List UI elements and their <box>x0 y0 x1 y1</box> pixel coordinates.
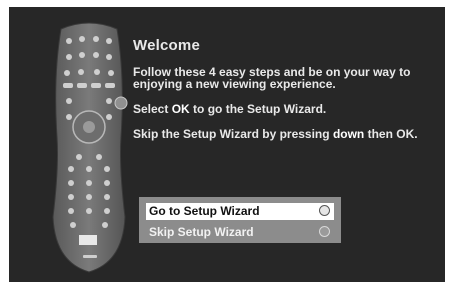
remote-control-icon <box>52 22 128 273</box>
welcome-title: Welcome <box>133 37 200 54</box>
skip-setup-wizard-option[interactable]: Skip Setup Wizard <box>146 224 334 241</box>
option-label: Skip Setup Wizard <box>149 225 254 239</box>
ok-key-label: OK <box>171 102 190 116</box>
go-to-setup-wizard-option[interactable]: Go to Setup Wizard <box>146 203 334 220</box>
intro-paragraph: Follow these 4 easy steps and be on your… <box>133 65 411 91</box>
radio-circle-icon <box>319 226 330 237</box>
welcome-text-panel: Welcome Follow these 4 easy steps and be… <box>133 37 433 153</box>
option-label: Go to Setup Wizard <box>149 204 260 218</box>
instruction-text: to go the Setup Wizard. <box>189 102 327 116</box>
instruction-text: Skip the Setup Wizard by pressing <box>133 127 333 141</box>
select-ok-instruction: Select OK to go the Setup Wizard. <box>133 103 433 115</box>
instruction-text: then OK. <box>364 127 418 141</box>
down-key-label: down <box>332 127 365 141</box>
tv-screen: Welcome Follow these 4 easy steps and be… <box>9 7 445 282</box>
wizard-menu: Go to Setup Wizard Skip Setup Wizard <box>139 197 341 243</box>
instruction-text: Select <box>133 102 172 116</box>
skip-instruction: Skip the Setup Wizard by pressing down t… <box>133 128 433 140</box>
radio-circle-icon <box>319 205 330 216</box>
